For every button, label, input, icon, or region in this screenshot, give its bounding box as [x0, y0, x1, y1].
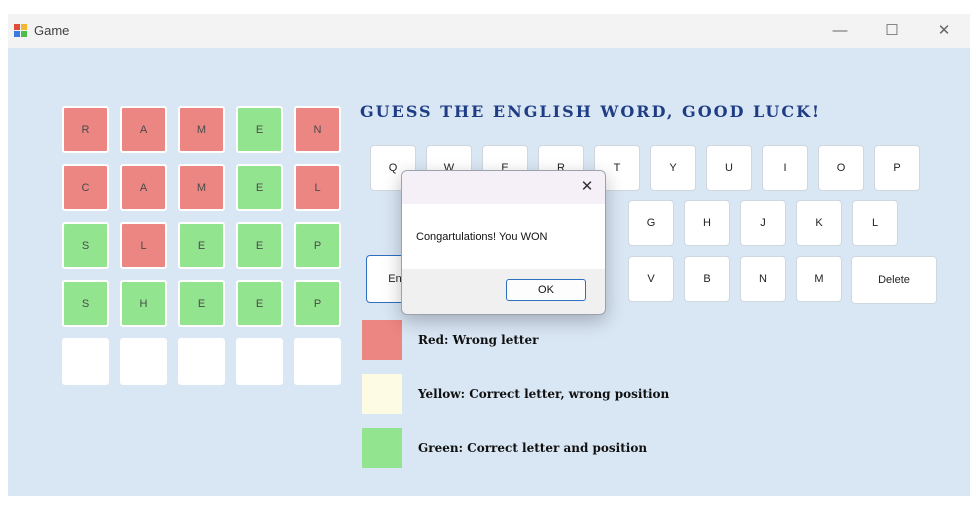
grid-tile: A — [120, 164, 167, 211]
close-button[interactable]: ✕ — [918, 14, 970, 48]
key-h[interactable]: H — [684, 200, 730, 246]
grid-tile: S — [62, 222, 109, 269]
key-u[interactable]: U — [706, 145, 752, 191]
grid-tile: L — [294, 164, 341, 211]
legend-swatch — [362, 374, 402, 414]
dialog-close-icon[interactable]: ✕ — [577, 177, 597, 197]
maximize-button[interactable]: ☐ — [866, 14, 918, 48]
grid-tile: N — [294, 106, 341, 153]
key-v[interactable]: V — [628, 256, 674, 302]
ok-button[interactable]: OK — [506, 279, 586, 301]
legend-text: Green: Correct letter and position — [418, 441, 648, 455]
grid-tile — [294, 338, 341, 385]
grid-tile: S — [62, 280, 109, 327]
grid-tile: P — [294, 222, 341, 269]
grid-tile: E — [236, 164, 283, 211]
grid-tile: L — [120, 222, 167, 269]
legend-swatch — [362, 320, 402, 360]
grid-tile: A — [120, 106, 167, 153]
grid-tile: E — [178, 222, 225, 269]
dialog-body: Congartulations! You WON — [402, 204, 605, 269]
message-dialog: ✕ Congartulations! You WON OK — [401, 170, 606, 315]
legend-text: Yellow: Correct letter, wrong position — [418, 387, 670, 401]
dialog-title-bar: ✕ — [402, 171, 605, 204]
app-icon — [14, 24, 28, 38]
close-icon: ✕ — [937, 22, 951, 39]
key-k[interactable]: K — [796, 200, 842, 246]
grid-tile: E — [178, 280, 225, 327]
maximize-icon: ☐ — [885, 22, 899, 39]
grid-tile: P — [294, 280, 341, 327]
grid-tile: M — [178, 164, 225, 211]
title-bar: Game — ☐ ✕ — [8, 14, 970, 48]
grid-tile — [120, 338, 167, 385]
legend-text: Red: Wrong letter — [418, 333, 539, 347]
grid-tile — [178, 338, 225, 385]
grid-tile: E — [236, 106, 283, 153]
delete-button[interactable]: Delete — [851, 256, 937, 304]
key-j[interactable]: J — [740, 200, 786, 246]
key-n[interactable]: N — [740, 256, 786, 302]
grid-tile: C — [62, 164, 109, 211]
minimize-icon: — — [832, 22, 848, 39]
page-title: GUESS THE ENGLISH WORD, GOOD LUCK! — [360, 102, 822, 121]
grid-tile: M — [178, 106, 225, 153]
grid-tile: E — [236, 280, 283, 327]
key-b[interactable]: B — [684, 256, 730, 302]
grid-tile — [236, 338, 283, 385]
grid-tile: R — [62, 106, 109, 153]
key-p[interactable]: P — [874, 145, 920, 191]
grid-tile — [62, 338, 109, 385]
minimize-button[interactable]: — — [814, 14, 866, 48]
grid-tile: H — [120, 280, 167, 327]
key-i[interactable]: I — [762, 145, 808, 191]
window-title: Game — [34, 23, 70, 38]
key-m[interactable]: M — [796, 256, 842, 302]
grid-tile: E — [236, 222, 283, 269]
legend-swatch — [362, 428, 402, 468]
dialog-message: Congartulations! You WON — [416, 231, 548, 243]
key-g[interactable]: G — [628, 200, 674, 246]
key-l[interactable]: L — [852, 200, 898, 246]
key-y[interactable]: Y — [650, 145, 696, 191]
key-o[interactable]: O — [818, 145, 864, 191]
